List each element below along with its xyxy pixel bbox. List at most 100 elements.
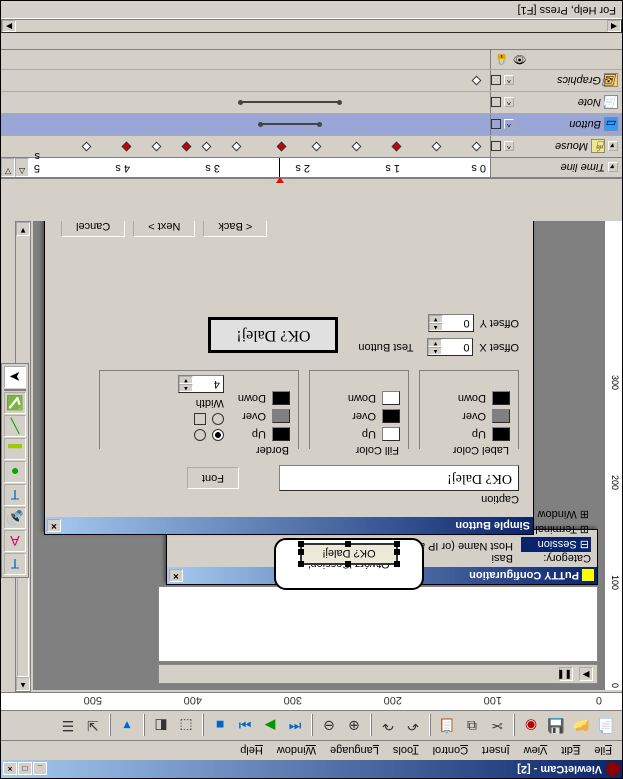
border-width-label: Width [196,397,224,409]
zoom-in-icon[interactable]: ⊕ [342,714,366,738]
menubar: File Edit View Insert Control Tools Lang… [1,740,622,760]
play-icon[interactable]: ▶ [258,714,282,738]
button-icon: ▭ [604,118,618,132]
offset-y-label: Offset Y [480,317,519,329]
timeline-ruler[interactable]: 0 s 1 s 2 s 3 s 4 s 5 s [29,158,490,177]
layer-button[interactable]: ▭Button^ [1,113,622,135]
speech-ok-button[interactable]: OK? Dalej! [300,543,398,565]
undo-icon[interactable]: ↶ [401,714,425,738]
speaker-icon[interactable]: 🔊 [4,507,26,529]
tl-zoom-out-icon[interactable]: ▽ [1,158,15,177]
lock-icon[interactable]: 🔒 [495,53,509,66]
mouse-icon: 🖱 [591,140,605,154]
ruler-vertical: 0 100 200 300 [604,221,622,690]
flag-icon[interactable]: ▾ [115,714,139,738]
app-title: ViewletCam - [2] [517,763,602,775]
border-down-swatch[interactable] [272,391,290,405]
redo-icon[interactable]: ↷ [376,714,400,738]
more-icon[interactable]: ☰ [56,714,80,738]
fill-over-swatch[interactable] [382,409,400,423]
layer-note[interactable]: 📄Note^ [1,91,622,113]
border-radio-1[interactable] [212,429,224,441]
label-color-group: Up Over Down [419,370,519,449]
font-button[interactable]: Font [187,467,239,489]
timeline-collapse-icon[interactable]: ▾ [608,163,618,173]
menu-view[interactable]: View [518,744,554,758]
offset-x-input[interactable]: ▲▼ [427,338,473,356]
label-down-swatch[interactable] [492,391,510,405]
back-button[interactable]: < Back [203,221,267,237]
stop-icon[interactable]: ■ [208,714,232,738]
app-icon [606,762,620,776]
layer-mouse[interactable]: ▾🖱Mouse^ [1,135,622,157]
dialog-titlebar[interactable]: Simple Button × [45,517,533,534]
oval-cyan-icon[interactable]: ✅ [4,392,26,414]
play-small-icon[interactable]: ▶ [579,667,593,681]
line-icon[interactable]: ╲ [4,415,26,437]
statusbar: For Help, Press [F1] [1,1,622,19]
pointer-icon[interactable]: ➤ [4,366,26,388]
copy-icon[interactable]: ⧉ [460,714,484,738]
border-radio-2[interactable] [212,413,224,425]
menu-window[interactable]: Window [271,744,322,758]
menu-file[interactable]: File [588,744,618,758]
export-icon[interactable]: ⇲ [81,714,105,738]
border-width-input[interactable]: ▲▼ [178,375,224,393]
fill-down-swatch[interactable] [382,391,400,405]
menu-tools[interactable]: Tools [387,744,425,758]
putty-icon [582,570,594,582]
caption-input[interactable] [279,465,519,491]
caption-label: Caption [59,493,519,505]
save-icon[interactable]: 💾 [544,714,568,738]
playhead[interactable] [279,158,280,177]
close-button[interactable]: × [3,763,17,776]
rect-yellow-icon[interactable]: ▬ [4,438,26,460]
status-text: For Help, Press [F1] [518,4,616,16]
tree-session[interactable]: ⊟ Session [521,537,591,552]
border-up-swatch[interactable] [272,427,290,441]
oval-green-icon[interactable]: ● [4,461,26,483]
border-over-swatch[interactable] [272,409,290,423]
menu-insert[interactable]: Insert [476,744,516,758]
fill-up-swatch[interactable] [382,427,400,441]
test-button[interactable]: OK? Dalej! [208,317,338,353]
zoom-out-icon[interactable]: ⊖ [317,714,341,738]
maximize-button[interactable]: □ [18,763,32,776]
pause-small-icon[interactable]: ❚❚ [559,667,573,681]
border-shape-rect[interactable] [194,413,206,425]
label-up-swatch[interactable] [492,427,510,441]
tl-zoom-in-icon[interactable]: △ [15,158,29,177]
skip-back-icon[interactable]: ⏮ [283,714,307,738]
menu-edit[interactable]: Edit [555,744,586,758]
label-over-swatch[interactable] [492,409,510,423]
timeline-scrollbar-h[interactable]: ◀▶ [1,19,622,33]
offset-y-input[interactable]: ▲▼ [428,314,474,332]
canvas-area[interactable]: ▶ ❚❚ PuTTY Configuration × Category: ⊟ S… [33,221,604,690]
menu-control[interactable]: Control [427,744,474,758]
open-icon[interactable]: 📂 [569,714,593,738]
minimize-button[interactable]: _ [33,763,47,776]
cut-icon[interactable]: ✂ [485,714,509,738]
right-toolbar: T A 🔊 T ● ▬ ╲ ✅ ➤ [1,363,29,578]
note-icon: 📄 [604,96,618,110]
cancel-button[interactable]: Cancel [61,221,125,237]
skip-fwd-icon[interactable]: ⏭ [233,714,257,738]
simple-button-dialog: Simple Button × Caption Font Up Over Dow… [44,221,534,535]
eye-icon[interactable]: 👁 [513,53,527,66]
paste-icon[interactable]: 📋 [435,714,459,738]
text-blue-icon[interactable]: T [4,484,26,506]
tool-b-icon[interactable]: ◧ [149,714,173,738]
menu-language[interactable]: Language [324,744,385,758]
new-icon[interactable]: 📄 [594,714,618,738]
next-button[interactable]: Next > [133,221,195,237]
layer-graphics[interactable]: 🖼Graphics^ [1,69,622,91]
text-b-icon[interactable]: A [4,530,26,552]
menu-help[interactable]: Help [234,744,269,758]
border-shape-round[interactable] [194,429,206,441]
text-a-icon[interactable]: T [4,553,26,575]
border-group: Up Over Down Width ▲▼ [99,370,299,449]
record-icon[interactable]: ◉ [519,714,543,738]
tool-a-icon[interactable]: ⬚ [174,714,198,738]
putty-close-button[interactable]: × [169,569,183,582]
dialog-close-button[interactable]: × [47,519,61,532]
